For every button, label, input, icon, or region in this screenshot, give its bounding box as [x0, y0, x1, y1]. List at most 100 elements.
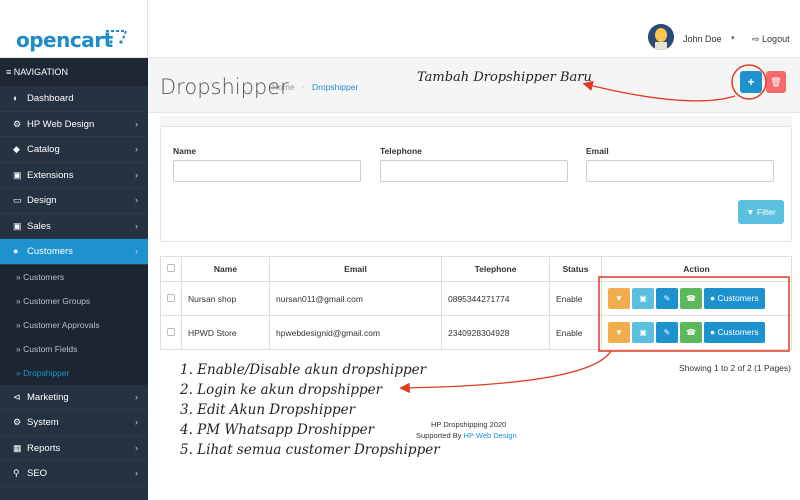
- menu-icon: ≡: [6, 67, 14, 77]
- cell-name: Nursan shop: [181, 281, 270, 316]
- customers-button[interactable]: ● Customers: [704, 322, 765, 343]
- row-checkbox-cell[interactable]: [160, 315, 182, 350]
- user-icon: ●: [13, 246, 19, 256]
- footer-support-prefix: Supported By: [416, 431, 464, 440]
- thumbs-down-icon: ▼: [615, 294, 623, 303]
- sidebar-subitem-dropshipper[interactable]: » Dropshipper: [0, 360, 148, 385]
- select-all-checkbox[interactable]: [167, 264, 175, 272]
- nav-heading[interactable]: ≡ NAVIGATION: [0, 58, 148, 86]
- sidebar-item-catalog[interactable]: ◆ Catalog ›: [0, 137, 148, 163]
- column-header-status[interactable]: Status: [549, 256, 602, 282]
- cell-status: Enable: [549, 281, 602, 316]
- chevron-right-icon: ›: [135, 246, 138, 256]
- breadcrumb-home[interactable]: Home: [272, 82, 295, 92]
- sidebar-item-label: Extensions: [27, 169, 74, 181]
- pagination-text: Showing 1 to 2 of 2 (1 Pages): [679, 363, 791, 373]
- dashboard-icon: ◐: [13, 93, 19, 103]
- logout-icon: ⇨: [752, 34, 763, 44]
- sidebar-subitem-custom-fields[interactable]: » Custom Fields: [0, 336, 148, 361]
- table-row: Nursan shop nursan011@gmail.com 08953442…: [160, 281, 792, 316]
- edit-button[interactable]: ✎: [656, 288, 678, 309]
- row-checkbox[interactable]: [167, 327, 175, 336]
- login-button[interactable]: ▣: [632, 322, 654, 343]
- filter-name-label: Name: [173, 146, 197, 156]
- logo-area[interactable]: opencart: [0, 0, 148, 58]
- login-button[interactable]: ▣: [632, 288, 654, 309]
- sidebar-item-label: Sales: [27, 220, 51, 232]
- sidebar-item-seo[interactable]: ⚲ SEO ›: [0, 461, 148, 487]
- row-checkbox-cell[interactable]: [160, 281, 182, 316]
- cell-telephone: 0895344271774: [441, 281, 550, 316]
- filter-email-input[interactable]: [586, 160, 774, 182]
- delete-button[interactable]: 🗑: [766, 71, 786, 93]
- table-header-row: Name Email Telephone Status Action: [160, 256, 792, 282]
- sidebar-subitem-customers[interactable]: » Customers: [0, 264, 148, 289]
- toggle-status-button[interactable]: ▼: [608, 322, 630, 343]
- column-header-action: Action: [601, 256, 792, 282]
- sidebar-item-system[interactable]: ⚙ System ›: [0, 410, 148, 436]
- column-header-name[interactable]: Name: [181, 256, 270, 282]
- avatar[interactable]: [648, 24, 674, 50]
- lock-icon: ▣: [639, 328, 647, 337]
- top-header: opencart John Doe ▾ ⇨ Logout: [0, 0, 800, 58]
- user-name[interactable]: John Doe: [683, 34, 722, 44]
- toggle-status-button[interactable]: ▼: [608, 288, 630, 309]
- breadcrumb-current[interactable]: Dropshipper: [312, 82, 358, 92]
- sidebar-subitem-label: Customer Approvals: [23, 319, 100, 330]
- cell-actions: ▼ ▣ ✎ ☎ ● Customers: [601, 315, 792, 350]
- filter-name-input[interactable]: [173, 160, 361, 182]
- bar-chart-icon: ▦: [13, 442, 22, 453]
- sidebar-subitem-customer-approvals[interactable]: » Customer Approvals: [0, 312, 148, 337]
- cell-actions: ▼ ▣ ✎ ☎ ● Customers: [601, 281, 792, 316]
- filter-panel: [160, 126, 792, 242]
- sidebar-item-marketing[interactable]: ⊲ Marketing ›: [0, 385, 148, 410]
- chevron-right-icon: ›: [135, 417, 138, 427]
- opencart-logo[interactable]: opencart: [16, 28, 113, 52]
- annotation-line: 1. Enable/Disable akun dropshipper: [180, 362, 427, 378]
- edit-button[interactable]: ✎: [656, 322, 678, 343]
- sidebar-item-reports[interactable]: ▦ Reports ›: [0, 436, 148, 461]
- annotation-arrow-bottom: [399, 350, 612, 394]
- cogs-icon: ⚙: [13, 118, 22, 129]
- whatsapp-button[interactable]: ☎: [680, 288, 702, 309]
- cell-email: hpwebdesignid@gmail.com: [269, 315, 442, 350]
- pencil-icon: ✎: [663, 294, 671, 303]
- logout-label: Logout: [762, 34, 790, 44]
- sidebar-item-design[interactable]: ▭ Design ›: [0, 188, 148, 214]
- logout-link[interactable]: ⇨ Logout: [752, 34, 790, 45]
- chevron-right-icon: ›: [135, 118, 138, 129]
- whatsapp-button[interactable]: ☎: [680, 322, 702, 343]
- select-all-checkbox-cell[interactable]: [160, 256, 182, 282]
- filter-panel-spacer: [160, 116, 792, 126]
- column-header-email[interactable]: Email: [269, 256, 442, 282]
- annotation-line: 5. Lihat semua customer Dropshipper: [180, 442, 440, 458]
- filter-telephone-input[interactable]: [380, 160, 568, 182]
- row-checkbox[interactable]: [167, 293, 175, 302]
- filter-button[interactable]: ▼ Filter: [738, 200, 784, 224]
- sidebar-item-label: Marketing: [27, 391, 69, 403]
- cell-status: Enable: [549, 315, 602, 350]
- annotation-line: 2. Login ke akun dropshipper: [180, 382, 383, 398]
- sidebar-item-label: Reports: [27, 442, 61, 454]
- cell-email: nursan011@gmail.com: [269, 281, 442, 316]
- breadcrumb-separator: ›: [301, 82, 304, 91]
- sidebar-subitem-customer-groups[interactable]: » Customer Groups: [0, 288, 148, 313]
- add-dropshipper-button[interactable]: +: [740, 71, 762, 93]
- footer-support-link[interactable]: HP Web Design: [464, 431, 517, 440]
- chevron-right-icon: ›: [135, 144, 138, 154]
- sidebar-item-sales[interactable]: ▣ Sales ›: [0, 214, 148, 239]
- customers-button[interactable]: ● Customers: [704, 288, 765, 309]
- sidebar-item-hp-web-design[interactable]: ⚙ HP Web Design ›: [0, 112, 148, 137]
- chevron-down-icon[interactable]: ▾: [731, 34, 735, 42]
- tag-icon: ◆: [13, 144, 20, 154]
- monitor-icon: ▭: [13, 195, 22, 205]
- dropshipper-table: Name Email Telephone Status Action Nursa…: [160, 256, 792, 350]
- column-header-telephone[interactable]: Telephone: [441, 256, 550, 282]
- sidebar-item-extensions[interactable]: ▣ Extensions ›: [0, 163, 148, 188]
- pencil-icon: ✎: [663, 328, 671, 337]
- share-icon: ⊲: [13, 391, 21, 402]
- sidebar-item-dashboard[interactable]: ◐ Dashboard: [0, 86, 148, 112]
- chevron-right-icon: ›: [135, 442, 138, 453]
- sidebar-item-customers[interactable]: ● Customers ›: [0, 239, 148, 265]
- filter-button-label: Filter: [756, 207, 776, 217]
